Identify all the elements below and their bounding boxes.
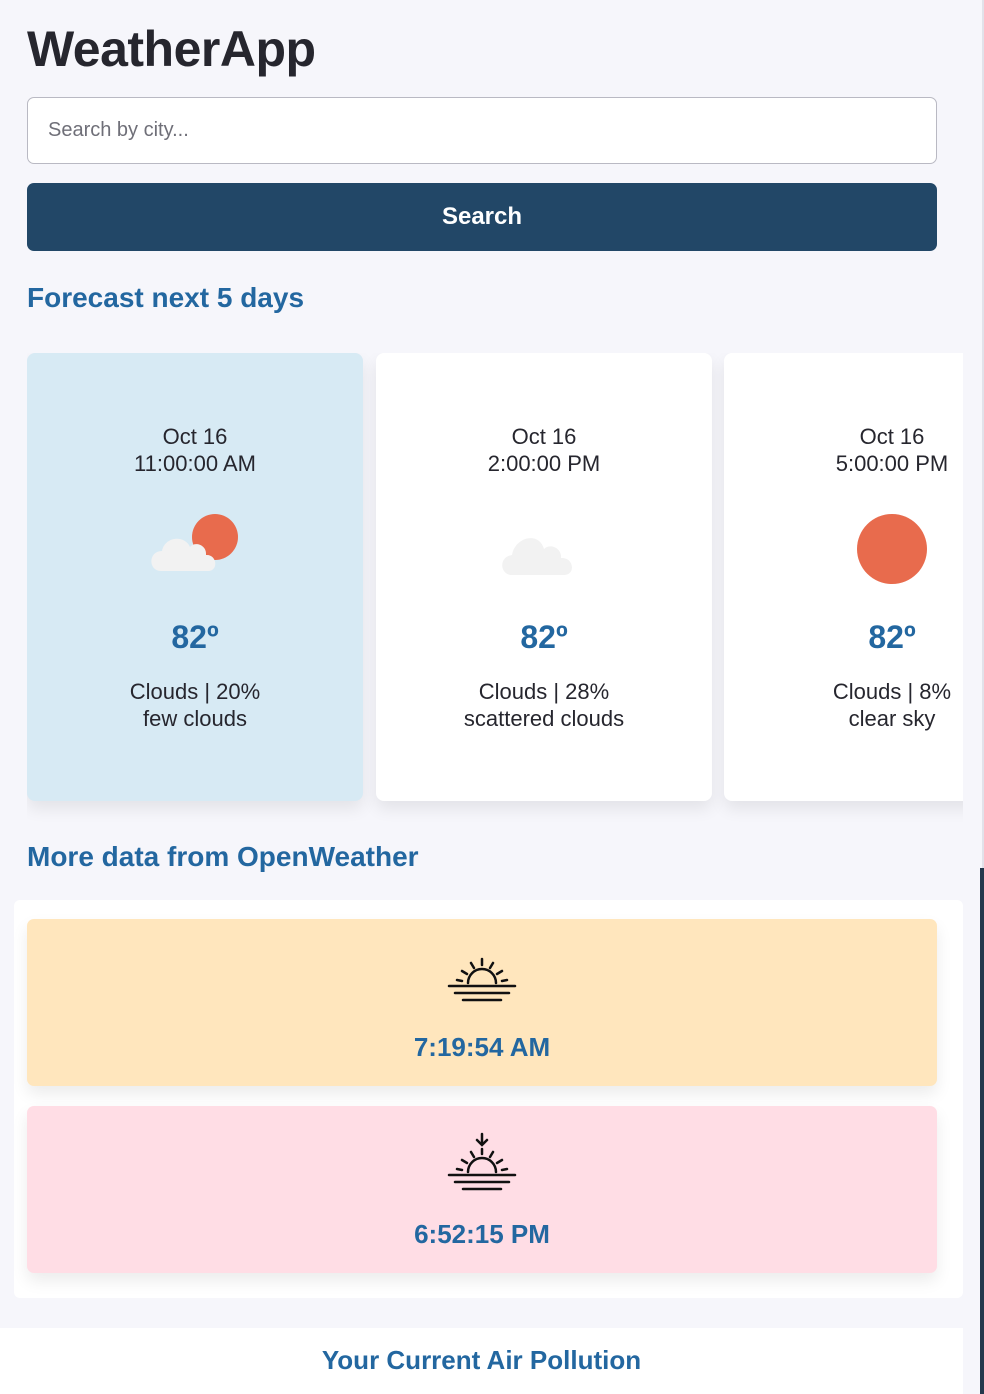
forecast-card[interactable]: Oct 16 11:00:00 AM 82º Clouds | 20% few …	[27, 353, 363, 801]
forecast-time: 2:00:00 PM	[487, 451, 601, 476]
forecast-date: Oct 16 2:00:00 PM	[376, 423, 712, 477]
more-data-heading: More data from OpenWeather	[27, 841, 419, 872]
forecast-day: Oct 16	[511, 424, 577, 449]
cloud-sun-icon	[151, 514, 238, 571]
forecast-detail: scattered clouds	[463, 706, 625, 731]
forecast-time: 11:00:00 AM	[134, 451, 256, 476]
sunset-time: 6:52:15 PM	[414, 1219, 550, 1249]
forecast-detail: clear sky	[848, 706, 936, 731]
forecast-heading: Forecast next 5 days	[27, 282, 305, 313]
forecast-temperature: 82º	[520, 619, 568, 655]
forecast-temperature: 82º	[171, 619, 219, 655]
forecast-temperature: 82º	[868, 619, 916, 655]
forecast-date: Oct 16 5:00:00 PM	[724, 423, 963, 477]
forecast-card[interactable]: Oct 16 5:00:00 PM 82º Clouds | 8% clear …	[724, 353, 963, 801]
sun-icon	[857, 514, 927, 584]
forecast-summary: Clouds | 28%	[478, 679, 610, 704]
sunrise-icon	[447, 957, 517, 1002]
forecast-description: Clouds | 8% clear sky	[724, 678, 963, 732]
air-pollution-heading: Your Current Air Pollution	[321, 1345, 642, 1375]
forecast-date: Oct 16 11:00:00 AM	[27, 423, 363, 477]
forecast-time: 5:00:00 PM	[835, 451, 949, 476]
sunset-icon	[447, 1132, 517, 1191]
forecast-description: Clouds | 20% few clouds	[27, 678, 363, 732]
search-button[interactable]: Search	[27, 183, 937, 251]
forecast-card[interactable]: Oct 16 2:00:00 PM 82º Clouds | 28% scatt…	[376, 353, 712, 801]
forecast-summary: Clouds | 8%	[832, 679, 952, 704]
forecast-day: Oct 16	[162, 424, 228, 449]
sunrise-card: 7:19:54 AM	[27, 919, 937, 1086]
search-input[interactable]	[27, 97, 937, 164]
app-title: WeatherApp	[27, 21, 316, 77]
forecast-carousel[interactable]: Oct 16 11:00:00 AM 82º Clouds | 20% few …	[27, 353, 963, 823]
cloud-icon	[502, 538, 572, 575]
sunrise-time: 7:19:54 AM	[413, 1032, 551, 1062]
forecast-day: Oct 16	[859, 424, 925, 449]
forecast-detail: few clouds	[143, 706, 247, 731]
background-window-edge	[980, 868, 984, 1394]
sunset-card: 6:52:15 PM	[27, 1106, 937, 1273]
forecast-summary: Clouds | 20%	[129, 679, 261, 704]
forecast-description: Clouds | 28% scattered clouds	[376, 678, 712, 732]
